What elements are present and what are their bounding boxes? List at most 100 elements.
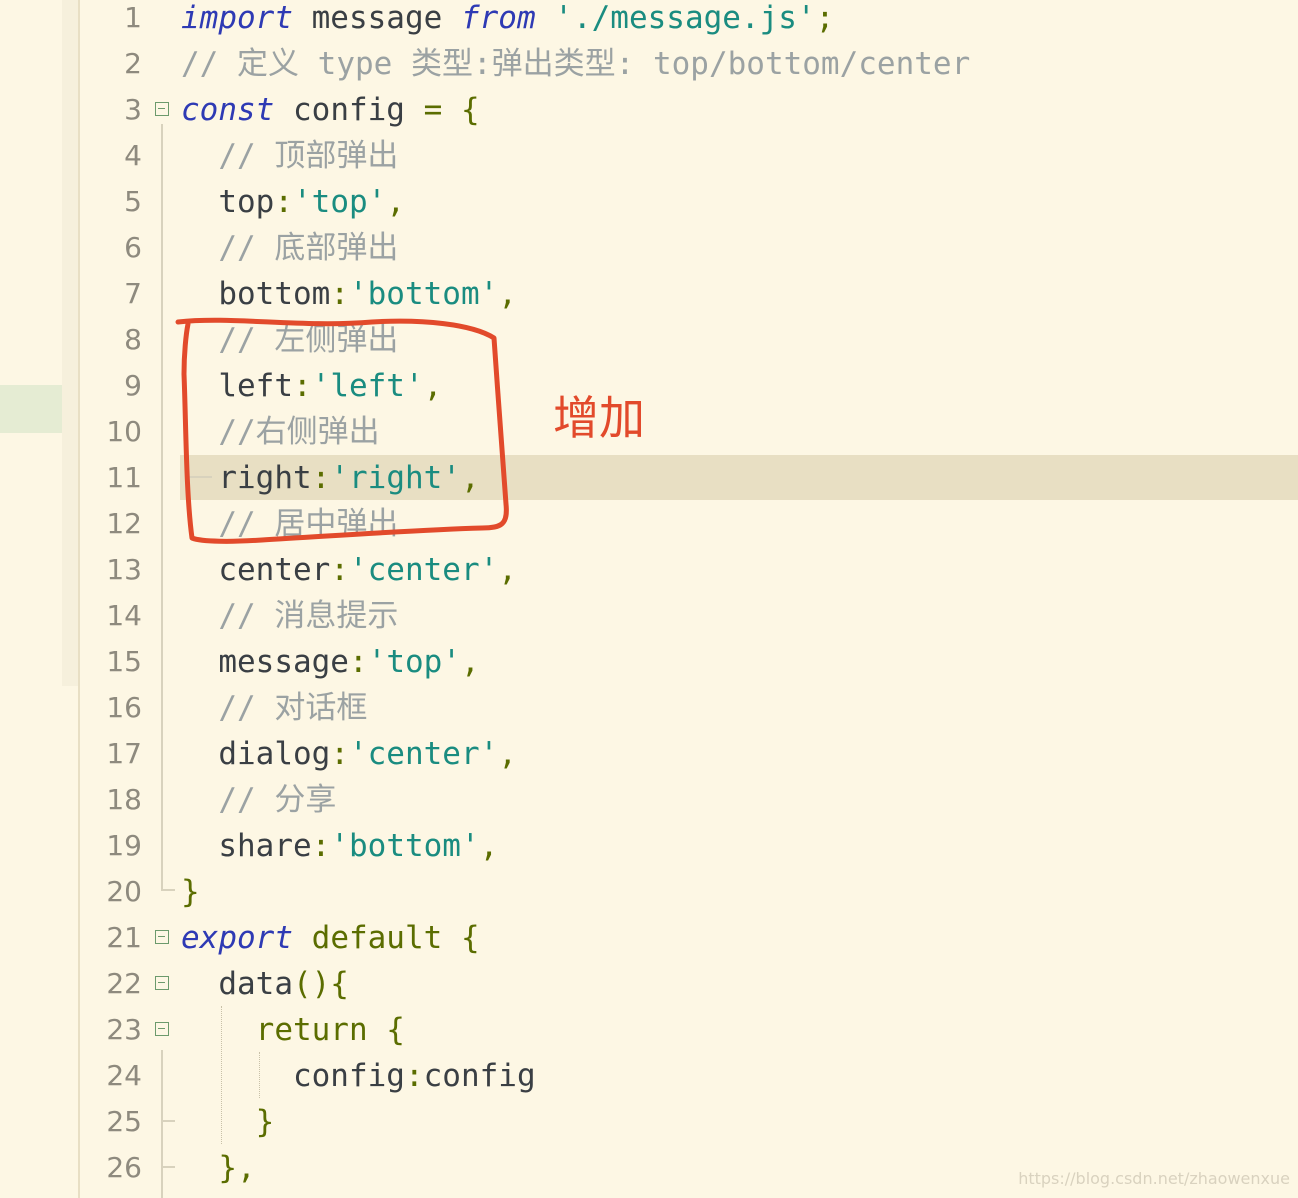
- code-token: 'bottom': [330, 828, 480, 864]
- code-token: // 分享: [218, 782, 337, 818]
- line-number: 5: [124, 185, 142, 218]
- code-text: center:'center',: [181, 547, 517, 593]
- code-token: config: [423, 1058, 536, 1094]
- code-token: 'top': [293, 184, 387, 220]
- code-line[interactable]: 6 // 底部弹出: [0, 225, 1298, 271]
- code-token: // 对话框: [218, 690, 368, 726]
- code-token: // 消息提示: [218, 598, 399, 634]
- line-number: 14: [106, 599, 142, 632]
- line-number: 20: [106, 875, 142, 908]
- fold-toggle-icon[interactable]: [155, 976, 169, 990]
- code-text: export default {: [181, 915, 480, 961]
- code-text: dialog:'center',: [181, 731, 517, 777]
- code-line[interactable]: 21 export default {: [0, 915, 1298, 961]
- code-text: share:'bottom',: [181, 823, 498, 869]
- code-line[interactable]: 23 return {: [0, 1007, 1298, 1053]
- code-text: const config = {: [181, 87, 480, 133]
- code-line[interactable]: 22 data(){: [0, 961, 1298, 1007]
- line-number: 19: [106, 829, 142, 862]
- code-editor[interactable]: 1 import message from './message.js'; 2 // …: [0, 0, 1298, 1198]
- code-token: }: [181, 874, 200, 910]
- code-token: (){: [292, 966, 349, 1002]
- code-text: top:'top',: [181, 179, 405, 225]
- code-text: message:'top',: [181, 639, 480, 685]
- code-token: config: [181, 1058, 405, 1094]
- line-number: 10: [106, 415, 142, 448]
- code-token: // 底部弹出: [218, 230, 399, 266]
- code-token: }: [255, 1104, 275, 1140]
- line-number: 1: [124, 1, 142, 34]
- code-token: :: [348, 644, 368, 680]
- line-number: 3: [124, 93, 142, 126]
- code-line[interactable]: 24 config:config: [0, 1053, 1298, 1099]
- code-line[interactable]: 13 center:'center',: [0, 547, 1298, 593]
- line-number: 13: [106, 553, 142, 586]
- line-number: 16: [106, 691, 142, 724]
- code-line[interactable]: 14 // 消息提示: [0, 593, 1298, 639]
- code-token: ,: [498, 276, 517, 312]
- code-line[interactable]: 5 top:'top',: [0, 179, 1298, 225]
- code-text: // 底部弹出: [181, 225, 398, 271]
- fold-toggle-icon[interactable]: [155, 1022, 169, 1036]
- code-text: },: [181, 1145, 255, 1191]
- code-text: }: [181, 869, 200, 915]
- line-number: 23: [106, 1013, 142, 1046]
- code-text: // 对话框: [181, 685, 367, 731]
- code-line[interactable]: 16 // 对话框: [0, 685, 1298, 731]
- code-token: :: [330, 552, 349, 588]
- code-line[interactable]: 2 // 定义 type 类型:弹出类型: top/bottom/center: [0, 41, 1298, 87]
- fold-toggle-icon[interactable]: [155, 102, 169, 116]
- code-line[interactable]: 18 // 分享: [0, 777, 1298, 823]
- code-text: return {: [181, 1007, 405, 1053]
- code-line[interactable]: 25 }: [0, 1099, 1298, 1145]
- code-token: ,: [460, 644, 480, 680]
- code-line[interactable]: 17 dialog:'center',: [0, 731, 1298, 777]
- code-token: ;: [815, 0, 835, 36]
- code-token: 'bottom': [348, 276, 499, 312]
- code-line[interactable]: 7 bottom:'bottom',: [0, 271, 1298, 317]
- line-number: 22: [106, 967, 142, 1000]
- line-number: 25: [106, 1105, 142, 1138]
- line-number: 4: [124, 139, 142, 172]
- line-number: 2: [124, 47, 142, 80]
- line-number: 17: [106, 737, 142, 770]
- code-text: bottom:'bottom',: [181, 271, 517, 317]
- code-token: './message.js': [554, 0, 816, 36]
- code-token: center: [181, 552, 331, 588]
- line-number: 18: [106, 783, 142, 816]
- code-token: from: [460, 0, 536, 36]
- code-token: = {: [423, 92, 480, 128]
- code-token: ,: [498, 552, 517, 588]
- line-number: 7: [124, 277, 142, 310]
- code-token: import: [181, 0, 293, 36]
- code-text: config:config: [181, 1053, 536, 1099]
- code-token: return {: [255, 1012, 405, 1048]
- code-token: :: [330, 736, 349, 772]
- code-line[interactable]: 19 share:'bottom',: [0, 823, 1298, 869]
- code-token: data: [181, 966, 293, 1002]
- code-token: ,: [386, 184, 405, 220]
- fold-toggle-icon[interactable]: [155, 930, 169, 944]
- code-line[interactable]: 1 import message from './message.js';: [0, 0, 1298, 41]
- code-line[interactable]: 3 const config = {: [0, 87, 1298, 133]
- line-number: 24: [106, 1059, 142, 1092]
- code-line[interactable]: 4 // 顶部弹出: [0, 133, 1298, 179]
- code-text: }: [181, 1099, 275, 1145]
- code-token: export: [181, 920, 293, 956]
- line-number: 26: [106, 1151, 142, 1184]
- code-text: // 定义 type 类型:弹出类型: top/bottom/center: [181, 41, 970, 87]
- code-token: dialog: [181, 736, 331, 772]
- code-token: // 顶部弹出: [218, 138, 399, 174]
- code-token: share: [181, 828, 312, 864]
- code-token: ,: [498, 736, 517, 772]
- code-text: // 顶部弹出: [181, 133, 398, 179]
- code-line[interactable]: 20}: [0, 869, 1298, 915]
- code-line[interactable]: 15 message:'top',: [0, 639, 1298, 685]
- line-number: 21: [106, 921, 142, 954]
- code-token: top: [181, 184, 275, 220]
- line-number: 8: [124, 323, 142, 356]
